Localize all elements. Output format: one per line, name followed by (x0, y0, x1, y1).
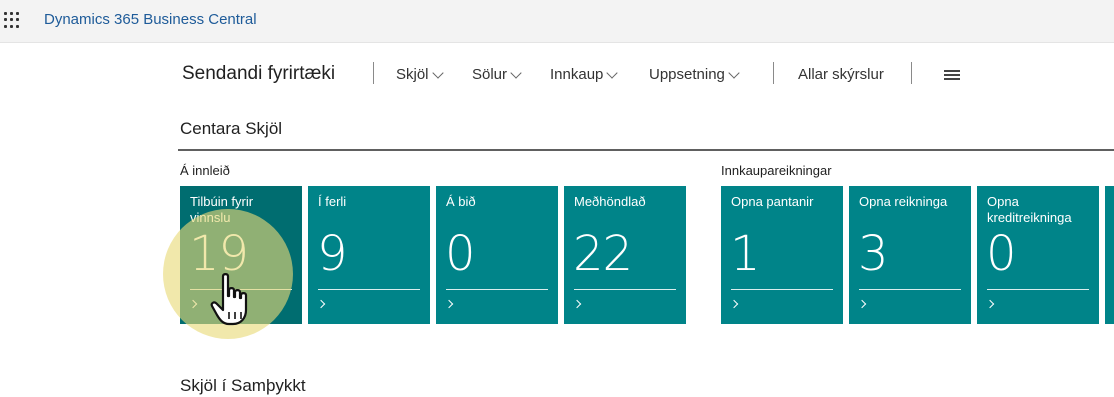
nav-item-skjol[interactable]: Skjöl (396, 66, 444, 83)
group-label-incoming: Á innleið (180, 163, 230, 178)
tile-divider (859, 289, 961, 290)
hand-pointer-icon (210, 273, 248, 326)
tile-open-credit-memos[interactable]: Opna kreditreikninga 0 (977, 186, 1099, 324)
nav-item-uppsetning[interactable]: Uppsetning (649, 66, 740, 83)
chevron-right-icon (857, 299, 867, 309)
tile-divider (574, 289, 676, 290)
nav-separator (911, 62, 912, 84)
nav-item-label: Uppsetning (649, 66, 725, 83)
hamburger-icon[interactable] (944, 70, 960, 80)
tile-label: Opna pantanir (731, 194, 814, 209)
chevron-right-icon (572, 299, 582, 309)
chevron-down-icon (510, 66, 522, 79)
chevron-right-icon (985, 299, 995, 309)
tile-divider (318, 289, 420, 290)
app-title[interactable]: Dynamics 365 Business Central (44, 11, 257, 28)
waffle-icon[interactable] (4, 12, 20, 28)
tile-open-invoices[interactable]: Opna reikninga 3 (849, 186, 971, 324)
tile-handled[interactable]: Meðhöndlað 22 (564, 186, 686, 324)
nav-item-label: Innkaup (550, 66, 604, 83)
tile-label: Á bið (446, 194, 476, 209)
tile-open-orders[interactable]: Opna pantanir 1 (721, 186, 843, 324)
nav-item-label: Skjöl (396, 66, 429, 83)
top-bar: Dynamics 365 Business Central (0, 0, 1114, 43)
tile-value: 1 (730, 226, 761, 282)
tile-on-hold[interactable]: Á bið 0 (436, 186, 558, 324)
chevron-right-icon (316, 299, 326, 309)
navigation-bar: Sendandi fyrirtæki Skjöl Sölur Innkaup U… (180, 58, 1114, 90)
nav-item-label: Allar skýrslur (798, 66, 884, 83)
tile-value: 3 (858, 226, 889, 282)
nav-item-all-reports[interactable]: Allar skýrslur (798, 66, 884, 83)
section-divider (178, 149, 1114, 151)
tile-value: 0 (445, 226, 476, 282)
tile-divider (731, 289, 833, 290)
chevron-down-icon (606, 66, 619, 79)
tile-label: Í ferli (318, 194, 347, 209)
chevron-down-icon (431, 66, 444, 79)
tile-label: Opna kreditreikninga (987, 194, 1072, 225)
tile-partial[interactable] (1105, 186, 1114, 324)
tile-in-progress[interactable]: Í ferli 9 (308, 186, 430, 324)
nav-item-solur[interactable]: Sölur (472, 66, 522, 83)
nav-item-innkaup[interactable]: Innkaup (550, 66, 619, 83)
tile-value: 22 (573, 226, 633, 282)
tile-label: Opna reikninga (859, 194, 948, 209)
tile-divider (446, 289, 548, 290)
tile-divider (987, 289, 1089, 290)
section-title[interactable]: Centara Skjöl (180, 119, 282, 139)
nav-separator (773, 62, 774, 84)
nav-separator (373, 62, 374, 84)
tile-value: 0 (986, 226, 1017, 282)
group-label-purchase-invoices: Innkaupareikningar (721, 163, 832, 178)
chevron-down-icon (728, 66, 740, 79)
nav-item-label: Sölur (472, 66, 508, 83)
chevron-right-icon (444, 299, 454, 309)
section-title-approval[interactable]: Skjöl í Samþykkt (180, 376, 306, 396)
chevron-right-icon (729, 299, 739, 309)
tile-label: Meðhöndlað (574, 194, 646, 209)
tile-value: 9 (317, 226, 348, 282)
company-name[interactable]: Sendandi fyrirtæki (182, 63, 335, 85)
